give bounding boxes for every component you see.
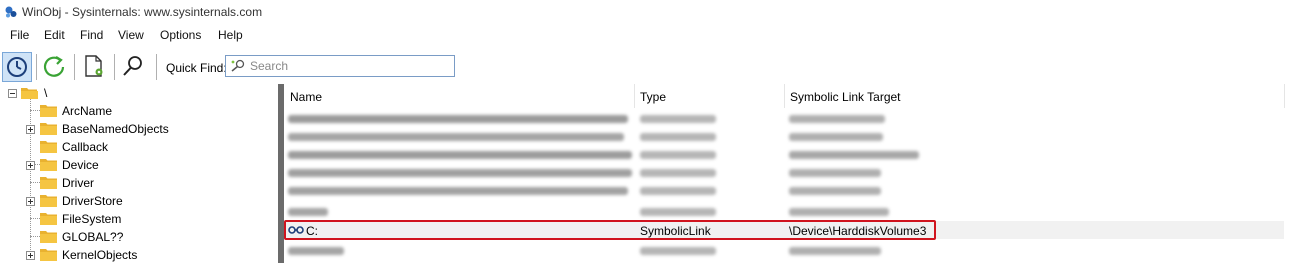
folder-icon xyxy=(40,231,57,243)
redacted-text xyxy=(640,169,716,177)
column-header-target[interactable]: Symbolic Link Target xyxy=(784,84,1284,108)
tree-node-root[interactable]: \ xyxy=(0,84,278,102)
tree-node[interactable]: DriverStore xyxy=(0,192,278,210)
expand-icon[interactable] xyxy=(26,161,35,170)
properties-button[interactable] xyxy=(80,52,110,82)
toolbar-separator xyxy=(36,54,37,80)
object-tree[interactable]: \ ArcName BaseNamedObjects Callback Devi… xyxy=(0,84,278,263)
redacted-text xyxy=(640,247,716,255)
redacted-text xyxy=(288,208,328,216)
folder-icon xyxy=(40,213,57,225)
folder-open-icon xyxy=(21,88,38,99)
refresh-toggle-icon xyxy=(7,57,27,77)
redacted-text xyxy=(640,133,716,141)
folder-icon xyxy=(40,123,57,135)
tree-label: DriverStore xyxy=(62,194,123,208)
redacted-text xyxy=(789,151,919,159)
redacted-text xyxy=(288,115,628,123)
folder-icon xyxy=(40,159,57,171)
column-header-label: Symbolic Link Target xyxy=(790,90,901,104)
folder-icon xyxy=(40,177,57,189)
toolbar-separator xyxy=(74,54,75,80)
redacted-text xyxy=(789,208,889,216)
tree-label: Device xyxy=(62,158,99,172)
winobj-app-icon xyxy=(5,6,17,18)
redacted-text xyxy=(288,151,632,159)
list-row-redacted[interactable] xyxy=(284,182,1284,200)
auto-refresh-button[interactable] xyxy=(2,52,32,82)
quick-find-label: Quick Find: xyxy=(166,61,227,75)
redacted-text xyxy=(288,187,628,195)
menu-bar: File Edit Find View Options Help xyxy=(0,26,1299,46)
redacted-text xyxy=(789,187,881,195)
column-divider[interactable] xyxy=(1284,84,1285,108)
folder-icon xyxy=(40,249,57,261)
tree-label: GLOBAL?? xyxy=(62,230,124,244)
refresh-icon xyxy=(43,56,65,77)
toolbar-separator xyxy=(114,54,115,80)
redacted-text xyxy=(789,169,881,177)
object-list[interactable]: Name Type Symbolic Link Target C: Symbol… xyxy=(284,84,1299,263)
expand-icon[interactable] xyxy=(26,251,35,260)
folder-icon xyxy=(40,105,57,117)
redacted-text xyxy=(640,151,716,159)
find-button[interactable] xyxy=(119,52,149,82)
tree-node[interactable]: Device xyxy=(0,156,278,174)
highlight-annotation xyxy=(284,220,936,240)
redacted-text xyxy=(789,133,883,141)
menu-options[interactable]: Options xyxy=(160,28,201,42)
tree-node[interactable]: ArcName xyxy=(0,102,278,120)
redacted-text xyxy=(640,208,716,216)
folder-icon xyxy=(40,195,57,207)
redacted-text xyxy=(288,169,632,177)
list-row-redacted[interactable] xyxy=(284,242,1284,260)
toolbar: Quick Find: xyxy=(0,50,1299,84)
column-header-name[interactable]: Name xyxy=(284,84,634,108)
redacted-text xyxy=(789,115,885,123)
folder-icon xyxy=(40,141,57,153)
list-row-redacted[interactable] xyxy=(284,128,1284,146)
expand-icon[interactable] xyxy=(26,125,35,134)
list-row-redacted[interactable] xyxy=(284,110,1284,128)
tree-node[interactable]: KernelObjects xyxy=(0,246,278,264)
redacted-text xyxy=(288,247,344,255)
tree-node[interactable]: FileSystem xyxy=(0,210,278,228)
find-icon xyxy=(123,56,142,76)
tree-label: FileSystem xyxy=(62,212,122,226)
redacted-text xyxy=(640,187,716,195)
menu-find[interactable]: Find xyxy=(80,28,103,42)
window-title: WinObj - Sysinternals: www.sysinternals.… xyxy=(22,5,263,19)
column-header-label: Type xyxy=(640,90,667,104)
quick-find-box[interactable] xyxy=(225,55,455,77)
refresh-button[interactable] xyxy=(40,52,70,82)
redacted-text xyxy=(789,247,881,255)
tree-label: ArcName xyxy=(62,104,113,118)
quick-find-input[interactable] xyxy=(250,58,450,74)
tree-node-selected[interactable]: GLOBAL?? xyxy=(0,228,278,246)
tree-label: BaseNamedObjects xyxy=(62,122,169,136)
column-header-type[interactable]: Type xyxy=(634,84,784,108)
menu-file[interactable]: File xyxy=(10,28,29,42)
tree-node[interactable]: Driver xyxy=(0,174,278,192)
tree-label: Driver xyxy=(62,176,94,190)
list-row-redacted[interactable] xyxy=(284,146,1284,164)
tree-label-root: \ xyxy=(44,86,48,100)
menu-help[interactable]: Help xyxy=(218,28,243,42)
redacted-text xyxy=(640,115,716,123)
tree-node[interactable]: Callback xyxy=(0,138,278,156)
tree-node[interactable]: BaseNamedObjects xyxy=(0,120,278,138)
list-row-redacted[interactable] xyxy=(284,164,1284,182)
collapse-icon[interactable] xyxy=(8,89,17,98)
tree-label: Callback xyxy=(62,140,109,154)
tree-label: KernelObjects xyxy=(62,248,138,262)
title-bar: WinObj - Sysinternals: www.sysinternals.… xyxy=(0,0,1299,24)
menu-edit[interactable]: Edit xyxy=(44,28,65,42)
toolbar-separator xyxy=(156,54,157,80)
search-icon xyxy=(231,59,245,72)
properties-icon xyxy=(85,55,103,77)
menu-view[interactable]: View xyxy=(118,28,144,42)
column-header-label: Name xyxy=(290,90,323,104)
expand-icon[interactable] xyxy=(26,197,35,206)
redacted-text xyxy=(288,133,624,141)
